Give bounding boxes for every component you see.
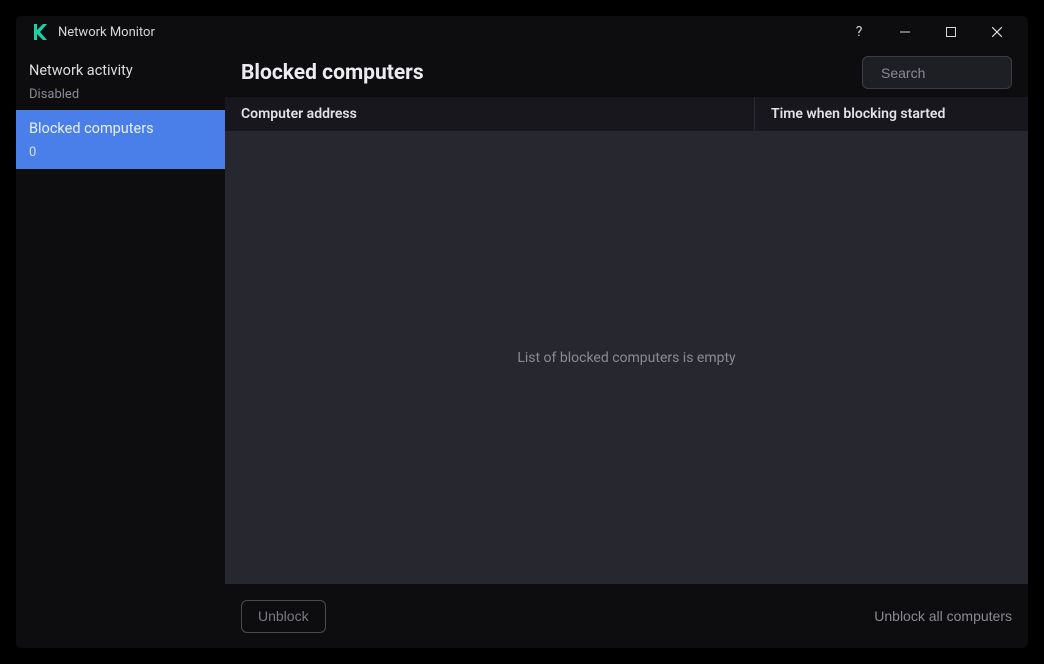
unblock-all-button[interactable]: Unblock all computers	[874, 608, 1012, 624]
table-body: List of blocked computers is empty	[225, 131, 1028, 584]
help-icon: ?	[856, 24, 863, 40]
sidebar-item-network-activity[interactable]: Network activity Disabled	[16, 52, 225, 110]
close-button[interactable]	[974, 17, 1020, 47]
sidebar-item-label: Network activity	[29, 62, 212, 81]
main-panel: Blocked computers Computer address Time …	[225, 48, 1028, 648]
maximize-icon	[946, 27, 956, 37]
sidebar-item-sub: Disabled	[29, 87, 212, 103]
minimize-button[interactable]	[882, 17, 928, 47]
sidebar: Network activity Disabled Blocked comput…	[16, 48, 225, 648]
sidebar-item-sub: 0	[29, 145, 212, 161]
main-header: Blocked computers	[225, 48, 1028, 97]
search-box[interactable]	[862, 56, 1012, 89]
footer: Unblock Unblock all computers	[225, 584, 1028, 648]
app-body: Network activity Disabled Blocked comput…	[16, 48, 1028, 648]
titlebar: Network Monitor ?	[16, 16, 1028, 48]
close-icon	[992, 27, 1002, 37]
empty-state-message: List of blocked computers is empty	[517, 350, 735, 366]
column-header-address[interactable]: Computer address	[225, 97, 755, 131]
sidebar-item-blocked-computers[interactable]: Blocked computers 0	[16, 110, 225, 168]
table-header: Computer address Time when blocking star…	[225, 97, 1028, 131]
app-window: Network Monitor ?	[16, 16, 1028, 648]
unblock-button[interactable]: Unblock	[241, 600, 326, 633]
minimize-icon	[900, 27, 910, 37]
column-header-time[interactable]: Time when blocking started	[755, 97, 1028, 131]
window-title: Network Monitor	[58, 25, 836, 40]
window-controls: ?	[836, 17, 1020, 47]
app-logo-icon	[32, 24, 48, 40]
maximize-button[interactable]	[928, 17, 974, 47]
sidebar-item-label: Blocked computers	[29, 120, 212, 139]
help-button[interactable]: ?	[836, 17, 882, 47]
search-input[interactable]	[881, 65, 1028, 81]
page-title: Blocked computers	[241, 61, 846, 85]
